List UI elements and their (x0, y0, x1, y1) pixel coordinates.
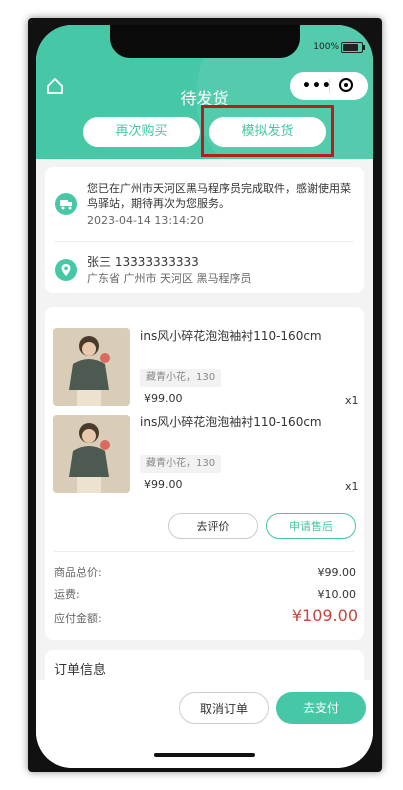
home-indicator (154, 753, 255, 757)
logistics-address-card: 您已在广州市天河区黑马程序员完成取件，感谢使用菜鸟驿站，期待再次为您服务。 20… (45, 167, 364, 293)
shipping-value: ¥10.00 (317, 588, 357, 601)
product-name: ins风小碎花泡泡袖衬110-160cm (140, 415, 322, 429)
battery-percent: 100% (313, 42, 339, 52)
logistics-time: 2023-04-14 13:14:20 (87, 214, 204, 227)
card-divider (54, 241, 354, 242)
product-spec: 藏青小花，130 (140, 369, 222, 387)
product-qty: x1 (345, 394, 359, 407)
goods-total-label: 商品总价: (54, 566, 102, 579)
notch (110, 25, 300, 58)
phone-screen: 待发货 ••• 再次购买 模拟发货 100% 您已在广州市天河区黑马程序员完成取… (36, 25, 373, 768)
aftersale-button[interactable]: 申请售后 (266, 513, 356, 539)
product-qty: x1 (345, 480, 359, 493)
order-goods-card: ins风小碎花泡泡袖衬110-160cm 藏青小花，130 ¥99.00 x1 … (45, 307, 364, 640)
recipient-address: 广东省 广州市 天河区 黑马程序员 (87, 272, 252, 285)
capsule-divider (329, 79, 330, 93)
more-icon[interactable]: ••• (302, 78, 332, 94)
product-image[interactable] (53, 415, 130, 493)
order-info-title: 订单信息 (54, 663, 107, 678)
highlight-box (201, 105, 334, 157)
product-image[interactable] (53, 328, 130, 406)
truck-icon (55, 193, 77, 215)
recipient-name-phone: 张三 13333333333 (87, 255, 199, 269)
mini-program-capsule: ••• (290, 72, 368, 100)
card-divider (54, 551, 354, 552)
location-pin-icon (55, 259, 77, 281)
shipping-label: 运费: (54, 588, 80, 601)
pay-button[interactable]: 去支付 (276, 692, 366, 724)
payable-label: 应付金额: (54, 612, 102, 625)
cancel-order-button[interactable]: 取消订单 (179, 692, 269, 724)
product-price: ¥99.00 (144, 392, 183, 405)
close-target-icon[interactable] (339, 78, 353, 92)
battery-icon (341, 42, 365, 53)
review-button[interactable]: 去评价 (168, 513, 258, 539)
product-price: ¥99.00 (144, 478, 183, 491)
product-name: ins风小碎花泡泡袖衬110-160cm (140, 329, 322, 343)
goods-total-value: ¥99.00 (317, 566, 357, 579)
product-spec: 藏青小花，130 (140, 455, 222, 473)
payable-value: ¥109.00 (291, 606, 358, 625)
logistics-message: 您已在广州市天河区黑马程序员完成取件，感谢使用菜鸟驿站，期待再次为您服务。 (87, 182, 351, 210)
rebuy-button[interactable]: 再次购买 (83, 117, 200, 147)
